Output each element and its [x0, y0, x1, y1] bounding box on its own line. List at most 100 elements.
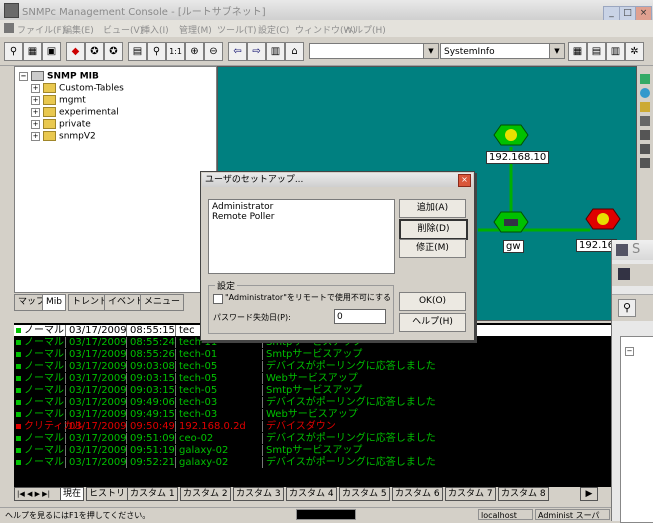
- tab-custom-6[interactable]: カスタム 6: [392, 487, 443, 501]
- menu-system-icon[interactable]: [4, 23, 14, 33]
- menu-view[interactable]: ビュー(V): [103, 23, 143, 36]
- tree-item-custom-tables[interactable]: + Custom-Tables: [31, 83, 124, 94]
- delete-button[interactable]: 削除(D): [399, 219, 468, 240]
- expand-icon[interactable]: +: [31, 119, 40, 129]
- dialog-close-icon[interactable]: ×: [458, 174, 471, 187]
- back-arrow-icon[interactable]: ⇦: [228, 42, 247, 61]
- zoom-out-icon[interactable]: ⊖: [204, 42, 223, 61]
- log-row[interactable]: ノーマル 03/17/2009 09:51:09 ceo-02 デバイスがポーリングに応…: [14, 433, 613, 444]
- log-cell-src: tech-01: [177, 349, 263, 360]
- log-cell-time: 09:49:06: [130, 397, 176, 408]
- binoculars-icon[interactable]: ⚲: [4, 42, 23, 61]
- disable-remote-checkbox[interactable]: [213, 294, 223, 304]
- tab-custom-4[interactable]: カスタム 4: [286, 487, 337, 501]
- user-list[interactable]: Administrator Remote Poller: [208, 199, 395, 274]
- log-cell-src: tech-03: [177, 397, 263, 408]
- tree-item-experimental[interactable]: + experimental: [31, 107, 119, 118]
- app-icon: [616, 244, 628, 256]
- log-row[interactable]: ノーマル 03/17/2009 09:52:21 galaxy-02 デバイスがポーリン…: [14, 457, 613, 468]
- log-cell-msg: Webサービスアップ: [264, 373, 613, 384]
- expand-icon[interactable]: +: [31, 107, 40, 117]
- collapse-icon[interactable]: −: [625, 347, 634, 356]
- user-list-item[interactable]: Remote Poller: [212, 212, 274, 222]
- log-row[interactable]: ノーマル 03/17/2009 09:49:06 tech-03 デバイスがポーリングに…: [14, 397, 613, 408]
- parent-folder-icon[interactable]: ▥: [266, 42, 285, 61]
- home-icon[interactable]: ⌂: [285, 42, 304, 61]
- menu-manage[interactable]: 管理(M): [179, 23, 212, 36]
- tab-custom-8[interactable]: カスタム 8: [498, 487, 549, 501]
- tool-icon[interactable]: [640, 158, 650, 168]
- tool-icon[interactable]: [640, 88, 650, 98]
- expand-icon[interactable]: +: [31, 131, 40, 141]
- log-row[interactable]: ノーマル 03/17/2009 09:49:15 tech-03 Webサービスアップ: [14, 409, 613, 420]
- password-expire-input[interactable]: 0: [334, 309, 386, 324]
- collapse-icon[interactable]: −: [19, 71, 28, 81]
- tool-icon[interactable]: [640, 102, 650, 112]
- zoom-icon[interactable]: ⚲: [147, 42, 166, 61]
- table-icon[interactable]: ▦: [568, 42, 587, 61]
- log-row[interactable]: ノーマル 03/17/2009 09:51:19 galaxy-02 Smtpサービスア…: [14, 445, 613, 456]
- log-scroll-arrows[interactable]: |◀ ◀ ▶ ▶|: [14, 487, 62, 501]
- log-row[interactable]: ノーマル 03/17/2009 09:03:15 tech-05 Webサービスアップ: [14, 373, 613, 384]
- tab-custom-3[interactable]: カスタム 3: [233, 487, 284, 501]
- node-label[interactable]: 192.168.10: [486, 151, 550, 164]
- menu-help[interactable]: ヘルプ(H): [345, 23, 386, 36]
- graph-icon[interactable]: ▤: [587, 42, 606, 61]
- log-row[interactable]: クリティカル 03/17/2009 09:50:49 192.168.0.2d デバイス…: [14, 421, 613, 432]
- tool-icon[interactable]: [640, 74, 650, 84]
- menu-file[interactable]: ファイル(F): [17, 23, 65, 36]
- alarm-icon[interactable]: ◆: [66, 42, 85, 61]
- tab-mib[interactable]: Mib: [42, 294, 66, 311]
- zoom-1to1-button[interactable]: 1:1: [166, 42, 185, 61]
- menu-tools[interactable]: ツール(T): [217, 23, 257, 36]
- ok-button[interactable]: OK(O): [399, 292, 466, 311]
- forward-arrow-icon[interactable]: ⇨: [247, 42, 266, 61]
- log-cell-msg: Smtpサービスアップ: [264, 385, 613, 396]
- folder-icon: [43, 119, 56, 129]
- log-row[interactable]: ノーマル 03/17/2009 09:03:15 tech-05 Smtpサービスアップ: [14, 385, 613, 396]
- chart-icon[interactable]: ▥: [606, 42, 625, 61]
- add-button[interactable]: 追加(A): [399, 199, 466, 218]
- edit-button[interactable]: 修正(M): [399, 239, 466, 258]
- event-log[interactable]: ノーマル 03/17/2009 08:55:15 tec ノーマル 03/17/2009 0…: [14, 323, 613, 487]
- tab-custom-7[interactable]: カスタム 7: [445, 487, 496, 501]
- tab-history[interactable]: ヒストリ: [86, 487, 129, 501]
- log-row[interactable]: ノーマル 03/17/2009 09:03:08 tech-05 デバイスがポーリングに…: [14, 361, 613, 372]
- tree-root[interactable]: − SNMP MIB: [19, 71, 99, 82]
- tab-menu[interactable]: メニュー: [140, 294, 185, 311]
- tree-item-mgmt[interactable]: + mgmt: [31, 95, 86, 106]
- menu-insert[interactable]: 挿入(I): [141, 23, 169, 36]
- help-button[interactable]: ヘルプ(H): [399, 313, 466, 332]
- tool-icon[interactable]: [640, 130, 650, 140]
- log-cell-date: 03/17/2009: [69, 349, 127, 360]
- menu-icon[interactable]: [618, 268, 630, 280]
- menu-edit[interactable]: 編集(E): [63, 23, 94, 36]
- poll-map-icon[interactable]: ✪: [104, 42, 123, 61]
- user-list-item[interactable]: Administrator: [212, 202, 273, 212]
- binoculars-icon[interactable]: ⚲: [618, 299, 636, 317]
- grid-icon[interactable]: ▦: [23, 42, 42, 61]
- node-label[interactable]: gw: [503, 240, 524, 253]
- properties-icon[interactable]: ▤: [128, 42, 147, 61]
- expand-icon[interactable]: +: [31, 95, 40, 105]
- zoom-in-icon[interactable]: ⊕: [185, 42, 204, 61]
- second-window[interactable]: S ⚲ −: [611, 240, 653, 523]
- tool-icon[interactable]: ✲: [625, 42, 644, 61]
- tool-icon[interactable]: [640, 144, 650, 154]
- tab-current[interactable]: 現在: [60, 487, 85, 501]
- tool-icon[interactable]: [640, 116, 650, 126]
- tab-custom-2[interactable]: カスタム 2: [180, 487, 231, 501]
- mib-table-combo[interactable]: SystemInfo ▼: [440, 43, 565, 59]
- tree-item-snmpv2[interactable]: + snmpV2: [31, 131, 96, 142]
- tab-custom-1[interactable]: カスタム 1: [127, 487, 178, 501]
- scroll-right-icon[interactable]: ▶: [580, 487, 598, 501]
- expand-icon[interactable]: +: [31, 83, 40, 93]
- lock-icon[interactable]: ▣: [42, 42, 61, 61]
- second-window-titlebar[interactable]: S: [612, 240, 653, 260]
- tree-item-private[interactable]: + private: [31, 119, 91, 130]
- menu-settings[interactable]: 設定(C): [258, 23, 289, 36]
- toolbar-combo-empty[interactable]: ▼: [309, 43, 439, 59]
- poll-icon[interactable]: ✪: [85, 42, 104, 61]
- log-row[interactable]: ノーマル 03/17/2009 08:55:26 tech-01 Smtpサービスアップ: [14, 349, 613, 360]
- tab-custom-5[interactable]: カスタム 5: [339, 487, 390, 501]
